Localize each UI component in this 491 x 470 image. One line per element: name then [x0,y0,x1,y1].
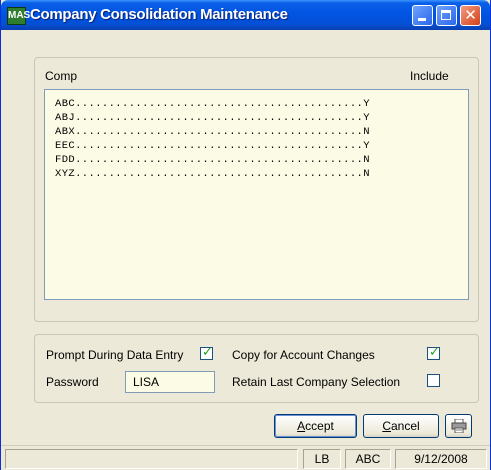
list-item[interactable]: XYZ.....................................… [55,168,370,180]
accept-button[interactable]: Accept [274,414,357,438]
list-item[interactable]: FDD.....................................… [55,154,370,166]
cancel-label: ancel [390,419,420,433]
options-group [34,334,479,403]
password-field[interactable]: LISA [125,371,215,393]
title-bar[interactable]: MAS Company Consolidation Maintenance ✕ [1,0,490,30]
prompt-during-entry-label: Prompt During Data Entry [46,348,184,362]
printer-icon [451,419,467,433]
status-bar: LB ABC 9/12/2008 [1,445,490,470]
list-item[interactable]: EEC.....................................… [55,140,370,152]
column-header-include[interactable]: Include [410,69,449,83]
column-header-comp[interactable]: Comp [45,69,77,83]
maximize-icon [441,10,451,20]
close-icon: ✕ [464,6,477,24]
accept-mnemonic: A [297,419,306,433]
prompt-during-entry-checkbox[interactable]: ✓ [200,345,213,360]
maximize-button[interactable] [436,5,457,26]
status-user: LB [303,449,341,469]
minimize-button[interactable] [412,5,433,26]
checkmark-icon: ✓ [429,345,440,360]
minimize-icon [418,18,426,21]
password-label: Password [46,375,99,389]
copy-account-changes-label: Copy for Account Changes [232,348,375,362]
status-message-panel [5,449,298,469]
app-icon: MAS [7,7,30,25]
print-button[interactable] [445,414,472,438]
accept-label: ccept [305,419,334,433]
retain-last-company-checkbox[interactable] [427,374,440,387]
cancel-button[interactable]: Cancel [363,414,439,438]
copy-account-changes-checkbox[interactable]: ✓ [427,345,440,360]
cancel-mnemonic: C [382,419,391,433]
status-company: ABC [345,449,391,469]
retain-last-company-label: Retain Last Company Selection [232,375,401,389]
window-title: Company Consolidation Maintenance [30,6,288,23]
list-item[interactable]: ABC.....................................… [55,98,370,110]
company-list[interactable]: ABC.....................................… [44,89,469,300]
checkmark-icon: ✓ [202,345,213,360]
list-item[interactable]: ABJ.....................................… [55,112,370,124]
status-date: 9/12/2008 [395,449,487,469]
list-item[interactable]: ABX.....................................… [55,126,370,138]
close-button[interactable]: ✕ [460,5,481,26]
dialog-window: MAS Company Consolidation Maintenance ✕ … [0,0,491,470]
